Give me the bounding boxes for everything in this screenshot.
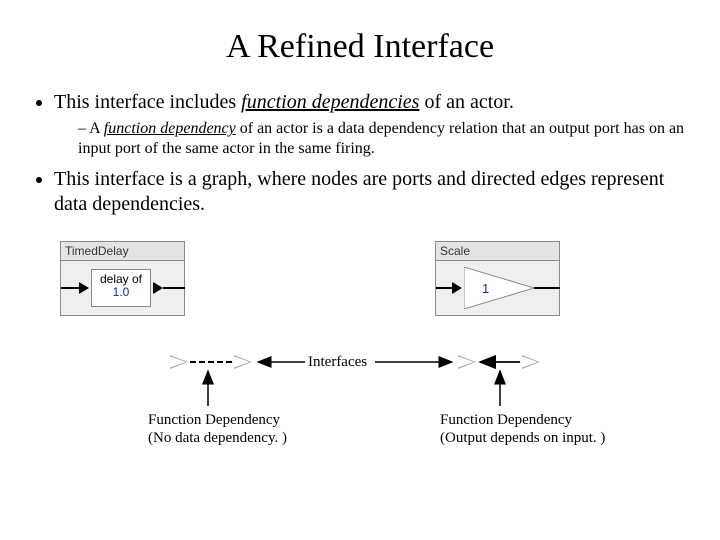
- block-title: Scale: [436, 242, 559, 261]
- caption-line: (No data dependency. ): [148, 429, 287, 447]
- block-body: 1: [436, 261, 559, 315]
- wire: [163, 287, 185, 289]
- port-node-icon: [458, 355, 476, 369]
- block-title: TimedDelay: [61, 242, 184, 261]
- text: This interface includes: [54, 91, 241, 113]
- sub-bullet-list: A function dependency of an actor is a d…: [78, 119, 690, 159]
- port-node-icon: [522, 355, 540, 369]
- gain-triangle-icon: 1: [464, 267, 534, 309]
- param-value: 1.0: [92, 286, 150, 299]
- inner-box: delay of 1.0: [91, 269, 151, 307]
- slide: A Refined Interface This interface inclu…: [0, 0, 720, 540]
- port-node-icon: [170, 355, 188, 369]
- no-dependency-edge: [190, 361, 232, 363]
- input-port-icon: [452, 282, 462, 294]
- scale-block: Scale 1: [435, 241, 560, 316]
- bullet-list: This interface includes function depende…: [36, 90, 690, 217]
- left-caption: Function Dependency (No data dependency.…: [148, 411, 287, 447]
- slide-title: A Refined Interface: [30, 28, 690, 66]
- port-node-icon: [234, 355, 252, 369]
- timeddelay-block: TimedDelay delay of 1.0: [60, 241, 185, 316]
- interfaces-label: Interfaces: [308, 354, 367, 371]
- input-port-icon: [79, 282, 89, 294]
- emph-term: function dependencies: [241, 91, 419, 113]
- block-body: delay of 1.0: [61, 261, 184, 315]
- caption-line: Function Dependency: [148, 411, 287, 429]
- wire: [534, 287, 560, 289]
- bullet-1: This interface includes function depende…: [54, 90, 690, 159]
- emph-term: function dependency: [104, 120, 236, 137]
- wire: [61, 287, 81, 289]
- sub-bullet-1: A function dependency of an actor is a d…: [78, 119, 690, 159]
- text: of an actor.: [419, 91, 513, 113]
- output-port-icon: [153, 282, 163, 294]
- gain-value: 1: [482, 281, 489, 296]
- caption-line: Function Dependency: [440, 411, 605, 429]
- text: A: [89, 120, 104, 137]
- diagram: TimedDelay delay of 1.0 Scale: [30, 241, 690, 491]
- bullet-2: This interface is a graph, where nodes a…: [54, 167, 690, 217]
- caption-line: (Output depends on input. ): [440, 429, 605, 447]
- right-caption: Function Dependency (Output depends on i…: [440, 411, 605, 447]
